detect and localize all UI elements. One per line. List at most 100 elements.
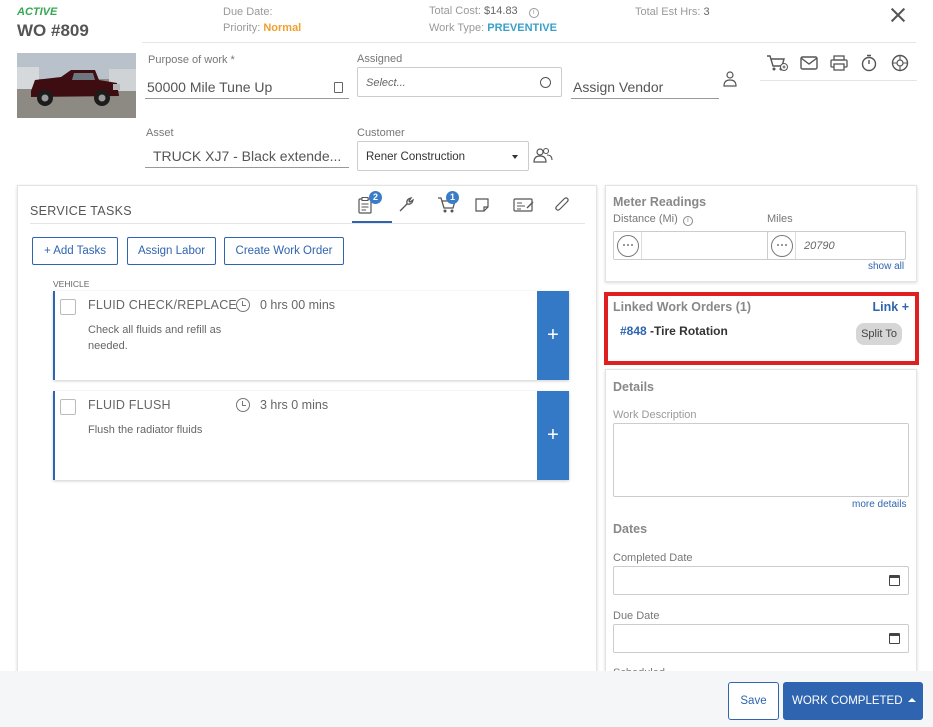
tab-invoice[interactable] [512, 196, 536, 214]
total-est-row: Total Est Hrs: 3 [635, 6, 710, 18]
asset-photo [17, 53, 136, 118]
total-cost-label: Total Cost: [429, 5, 481, 17]
miles-value: 20790 [804, 240, 835, 252]
tasks-count-badge: 2 [369, 191, 382, 204]
work-description-input[interactable] [613, 423, 909, 497]
customer-value: Rener Construction [366, 151, 466, 163]
total-cost-value: $14.83 [484, 5, 518, 17]
assign-labor-button[interactable]: Assign Labor [127, 237, 216, 265]
show-all-link[interactable]: show all [868, 261, 904, 272]
more-details-link[interactable]: more details [852, 499, 906, 510]
asset-input[interactable]: TRUCK XJ7 - Black extende... [145, 146, 349, 168]
due-date-input[interactable] [613, 624, 909, 653]
close-icon[interactable] [887, 4, 909, 26]
task-add-button[interactable]: + [537, 291, 569, 380]
task-checkbox[interactable] [60, 299, 76, 315]
assign-vendor-field[interactable]: Assign Vendor [571, 77, 719, 99]
work-type-row: Work Type: PREVENTIVE [429, 22, 557, 34]
purpose-input[interactable]: 50000 Mile Tune Up [145, 77, 349, 99]
task-card: FLUID FLUSH 3 hrs 0 mins Flush the radia… [53, 391, 569, 480]
timer-icon[interactable] [861, 54, 877, 72]
purpose-label: Purpose of work * [148, 54, 235, 66]
caret-up-icon[interactable] [908, 698, 916, 702]
customer-label: Customer [357, 127, 405, 139]
linked-work-orders-title: Linked Work Orders (1) [613, 300, 751, 314]
completed-date-input[interactable] [613, 566, 909, 595]
asset-label: Asset [146, 127, 174, 139]
calendar-icon[interactable] [889, 575, 900, 586]
gauge-icon [617, 235, 639, 257]
distance-label-text: Distance (Mi) [613, 213, 678, 225]
work-completed-button[interactable]: WORK COMPLETED [783, 682, 923, 720]
split-to-button[interactable]: Split To [856, 323, 902, 345]
user-circle-icon [540, 77, 551, 88]
customer-select[interactable]: Rener Construction [357, 141, 529, 171]
vendor-person-icon[interactable] [723, 70, 737, 87]
task-time: 0 hrs 00 mins [260, 298, 336, 312]
linked-order-row: #848 -Tire Rotation [620, 324, 728, 338]
customers-icon[interactable] [533, 147, 553, 164]
add-tasks-button[interactable]: + Add Tasks [32, 237, 118, 265]
link-button[interactable]: Link + [873, 300, 909, 314]
task-name: FLUID CHECK/REPLACE [88, 298, 237, 312]
total-est-label: Total Est Hrs: [635, 6, 701, 18]
calendar-icon[interactable] [889, 633, 900, 644]
assign-vendor-text: Assign Vendor [573, 79, 664, 95]
tab-attachments[interactable] [552, 196, 572, 214]
status-label: ACTIVE [17, 6, 58, 18]
save-button[interactable]: Save [728, 682, 779, 720]
info-icon[interactable]: i [682, 216, 693, 226]
list-icon[interactable] [334, 82, 343, 93]
assigned-placeholder: Select... [366, 77, 406, 89]
task-description: Flush the radiator fluids [88, 424, 203, 436]
total-est-value: 3 [703, 6, 710, 18]
email-icon[interactable] [800, 56, 818, 70]
priority-row: Priority: Normal [223, 22, 301, 34]
parts-count-badge: 1 [446, 191, 459, 204]
service-tasks-title: SERVICE TASKS [30, 204, 132, 218]
gauge-icon [771, 235, 793, 257]
work-type-value: PREVENTIVE [487, 22, 557, 34]
distance-label: Distance (Mi) i [613, 213, 693, 226]
miles-label: Miles [767, 213, 793, 225]
dates-title: Dates [613, 522, 648, 536]
assigned-label: Assigned [357, 53, 403, 65]
task-checkbox[interactable] [60, 399, 76, 415]
task-name: FLUID FLUSH [88, 398, 171, 412]
chevron-down-icon [512, 155, 518, 159]
task-add-button[interactable]: + [537, 391, 569, 480]
due-date-label: Due Date: [223, 6, 273, 18]
task-description: Check all fluids and refill as needed. [88, 324, 222, 352]
due-date-field-label: Due Date [613, 610, 660, 622]
clock-icon [236, 398, 250, 412]
priority-value: Normal [263, 22, 302, 34]
task-card: FLUID CHECK/REPLACE 0 hrs 00 mins Check … [53, 291, 569, 380]
tab-notes[interactable] [472, 196, 492, 214]
work-type-label: Work Type: [429, 22, 485, 34]
total-cost-row: Total Cost: $14.83 i [429, 5, 539, 18]
clock-icon [236, 298, 250, 312]
miles-input[interactable]: 20790 [767, 231, 906, 260]
header-divider [142, 42, 916, 43]
work-description-label: Work Description [613, 409, 697, 421]
linked-order-number[interactable]: #848 [620, 324, 647, 338]
completed-date-label: Completed Date [613, 552, 693, 564]
assigned-select[interactable]: Select... [357, 67, 562, 97]
info-icon[interactable]: i [528, 8, 539, 18]
tab-labor[interactable] [396, 196, 416, 214]
meter-readings-title: Meter Readings [613, 195, 707, 209]
print-icon[interactable] [830, 55, 848, 71]
tabs-divider [30, 223, 585, 224]
vehicle-group-label: VEHICLE [53, 279, 90, 289]
priority-label: Priority: [223, 22, 261, 34]
distance-input[interactable] [613, 231, 779, 260]
work-order-number: WO #809 [17, 21, 89, 40]
create-work-order-button[interactable]: Create Work Order [224, 237, 344, 265]
cart-add-icon[interactable] [766, 54, 788, 72]
asset-value: TRUCK XJ7 - Black extende... [153, 148, 342, 164]
linked-order-name: -Tire Rotation [650, 324, 728, 338]
task-time: 3 hrs 0 mins [260, 398, 329, 412]
work-completed-label: WORK COMPLETED [792, 695, 903, 707]
details-title: Details [613, 380, 654, 394]
wheel-icon[interactable] [891, 54, 909, 72]
